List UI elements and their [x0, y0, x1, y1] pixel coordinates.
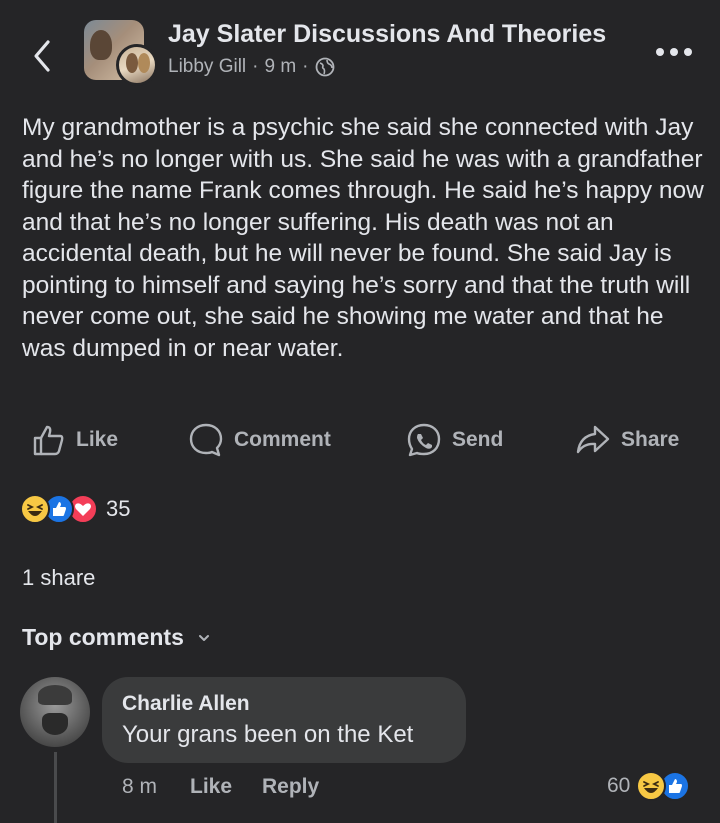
more-options-button[interactable]	[652, 40, 696, 64]
comment-reaction-summary[interactable]: 60	[607, 770, 691, 802]
send-label: Send	[452, 428, 504, 451]
group-title[interactable]: Jay Slater Discussions And Theories	[168, 20, 606, 49]
thread-line	[54, 752, 57, 823]
comment-icon	[189, 423, 223, 457]
share-count[interactable]: 1 share	[22, 565, 95, 591]
comment-bubble[interactable]: Charlie Allen Your grans been on the Ket	[102, 677, 466, 763]
reaction-count: 35	[106, 496, 131, 521]
comment-label: Comment	[234, 428, 331, 451]
group-avatar[interactable]	[84, 20, 158, 86]
thumbs-up-icon	[33, 425, 64, 456]
haha-reaction-icon	[636, 771, 667, 801]
reaction-summary[interactable]: 35	[20, 492, 130, 526]
share-button[interactable]: Share	[575, 418, 679, 462]
back-chevron-icon	[34, 40, 50, 72]
globe-icon	[315, 57, 334, 77]
comment-time: 8 m	[122, 775, 158, 798]
post-body: My grandmother is a psychic she said she…	[22, 114, 704, 362]
separator-dot: ·	[302, 56, 309, 77]
comment-button[interactable]: Comment	[188, 418, 331, 462]
share-icon	[576, 425, 610, 454]
like-label: Like	[76, 428, 119, 451]
commenter-avatar[interactable]	[20, 677, 90, 747]
post-byline: Libby Gill · 9 m ·	[168, 56, 335, 78]
post-header: Jay Slater Discussions And Theories Libb…	[0, 0, 720, 100]
commenter-name[interactable]: Charlie Allen	[122, 692, 250, 716]
comment-sort-dropdown[interactable]: Top comments	[22, 624, 210, 651]
more-icon	[656, 48, 692, 56]
post-action-bar: Like Comment Send Share	[0, 418, 720, 462]
share-label: Share	[621, 428, 680, 451]
chevron-down-icon	[198, 634, 209, 641]
comment-meta: 8 m Like Reply	[122, 772, 319, 802]
comment-sort-label: Top comments	[22, 624, 184, 650]
haha-reaction-icon	[20, 494, 50, 524]
separator-dot: ·	[252, 56, 259, 77]
post-time[interactable]: 9 m	[264, 56, 296, 78]
author-name[interactable]: Libby Gill	[168, 56, 246, 78]
messenger-icon	[407, 423, 441, 457]
back-button[interactable]	[24, 36, 64, 76]
author-avatar[interactable]	[116, 44, 158, 86]
send-button[interactable]: Send	[406, 418, 503, 462]
comment-like-button[interactable]: Like	[190, 775, 262, 799]
comment-reaction-count: 60	[607, 774, 631, 797]
comment-text: Your grans been on the Ket	[122, 721, 414, 748]
like-button[interactable]: Like	[32, 418, 118, 462]
comment-reply-button[interactable]: Reply	[262, 775, 319, 799]
